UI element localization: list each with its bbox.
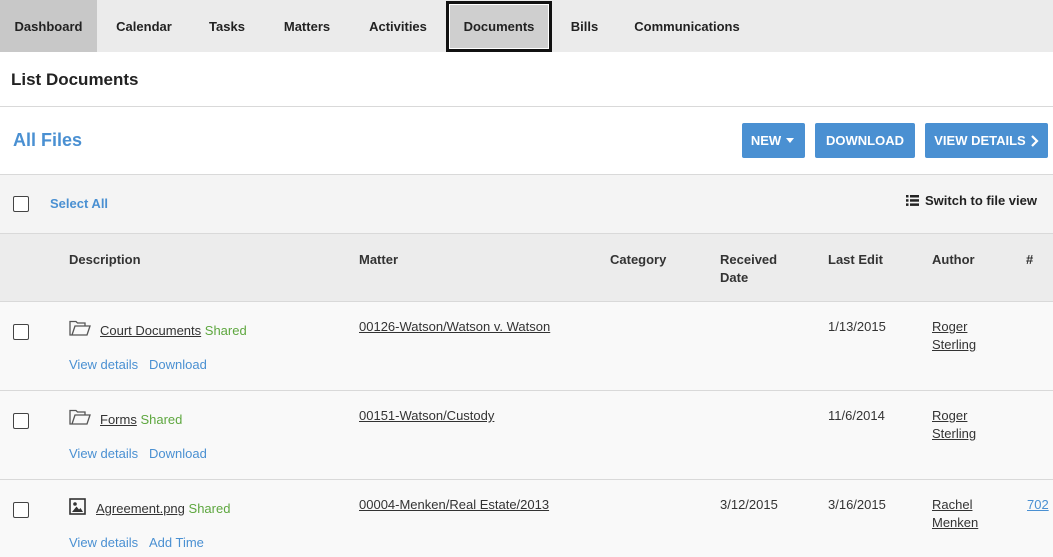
document-name-link[interactable]: Court Documents (100, 323, 201, 338)
new-button[interactable]: NEW (742, 123, 805, 158)
author-link[interactable]: Roger Sterling (932, 318, 976, 354)
switch-view-label: Switch to file view (925, 193, 1037, 208)
received-header-line1: Received (720, 252, 778, 267)
view-details-link[interactable]: View details (69, 357, 138, 372)
shared-badge: Shared (204, 323, 247, 338)
document-name-link[interactable]: Forms (100, 412, 137, 427)
column-header-category[interactable]: Category (610, 251, 666, 269)
select-all-checkbox[interactable] (13, 196, 29, 212)
caret-down-icon (786, 137, 795, 143)
download-link[interactable]: Download (149, 446, 207, 461)
all-files-heading[interactable]: All Files (13, 130, 82, 151)
column-header-author[interactable]: Author (932, 251, 975, 269)
tab-calendar[interactable]: Calendar (97, 0, 191, 52)
view-details-link[interactable]: View details (69, 535, 138, 550)
tab-dashboard[interactable]: Dashboard (0, 0, 97, 52)
row-checkbox[interactable] (13, 413, 29, 429)
last-edit-cell: 1/13/2015 (828, 319, 886, 334)
document-name-link[interactable]: Agreement.png (96, 501, 185, 516)
shared-badge: Shared (140, 412, 183, 427)
switch-to-file-view-button[interactable]: Switch to file view (906, 193, 1037, 208)
document-name-cell: Forms Shared (100, 411, 182, 429)
author-last-name: Sterling (932, 426, 977, 441)
author-link[interactable]: Rachel Menken (932, 496, 978, 532)
view-details-button-label: VIEW DETAILS (934, 133, 1026, 148)
received-date-cell: 3/12/2015 (720, 497, 778, 512)
author-first-name: Roger (932, 408, 968, 423)
author-first-name: Roger (932, 319, 968, 334)
row-checkbox[interactable] (13, 502, 29, 518)
table-header: Description Matter Category Received Dat… (0, 234, 1053, 302)
column-header-last-edit[interactable]: Last Edit (828, 251, 883, 269)
tab-tasks[interactable]: Tasks (191, 0, 263, 52)
view-details-button[interactable]: VIEW DETAILS (925, 123, 1048, 158)
download-button-label: DOWNLOAD (826, 133, 904, 148)
author-last-name: Sterling (932, 337, 977, 352)
view-details-link[interactable]: View details (69, 446, 138, 461)
matter-link[interactable]: 00004-Menken/Real Estate/2013 (359, 496, 549, 514)
author-link[interactable]: Roger Sterling (932, 407, 976, 443)
last-edit-cell: 3/16/2015 (828, 497, 886, 512)
last-edit-cell: 11/6/2014 (828, 408, 885, 423)
matter-link[interactable]: 00151-Watson/Custody (359, 407, 494, 425)
add-time-link[interactable]: Add Time (149, 535, 204, 550)
image-file-icon (69, 498, 86, 515)
page-header: List Documents (0, 52, 1053, 107)
selection-bar: Select All Switch to file view (0, 175, 1053, 234)
column-header-description[interactable]: Description (69, 251, 141, 269)
chevron-right-icon (1030, 134, 1039, 147)
files-toolbar: All Files NEW DOWNLOAD VIEW DETAILS (0, 107, 1053, 175)
download-link[interactable]: Download (149, 357, 207, 372)
new-button-label: NEW (750, 133, 782, 148)
table-row: Court Documents Shared View details Down… (0, 302, 1053, 391)
list-icon (906, 195, 919, 206)
page-title: List Documents (11, 70, 139, 89)
matter-link[interactable]: 00126-Watson/Watson v. Watson (359, 318, 550, 336)
tab-communications[interactable]: Communications (617, 0, 757, 52)
table-row: Agreement.png Shared View details Add Ti… (0, 480, 1053, 557)
tab-bills[interactable]: Bills (552, 0, 617, 52)
count-link[interactable]: 702 (1027, 496, 1049, 514)
download-button[interactable]: DOWNLOAD (815, 123, 915, 158)
tab-matters[interactable]: Matters (263, 0, 351, 52)
document-name-cell: Court Documents Shared (100, 322, 247, 340)
shared-badge: Shared (188, 501, 231, 516)
select-all-link[interactable]: Select All (50, 196, 108, 211)
column-header-count[interactable]: # (1026, 251, 1033, 269)
folder-icon (69, 409, 91, 425)
column-header-matter[interactable]: Matter (359, 251, 398, 269)
received-header-line2: Date (720, 270, 749, 285)
folder-icon (69, 320, 91, 336)
top-nav: Dashboard Calendar Tasks Matters Activit… (0, 0, 1053, 52)
document-name-cell: Agreement.png Shared (96, 500, 230, 518)
row-checkbox[interactable] (13, 324, 29, 340)
tab-activities[interactable]: Activities (351, 0, 445, 52)
column-header-received-date[interactable]: Received Date (720, 251, 777, 287)
author-first-name: Rachel (932, 497, 973, 512)
author-last-name: Menken (932, 515, 979, 530)
table-row: Forms Shared View details Download 00151… (0, 391, 1053, 480)
tab-documents[interactable]: Documents (446, 1, 552, 52)
